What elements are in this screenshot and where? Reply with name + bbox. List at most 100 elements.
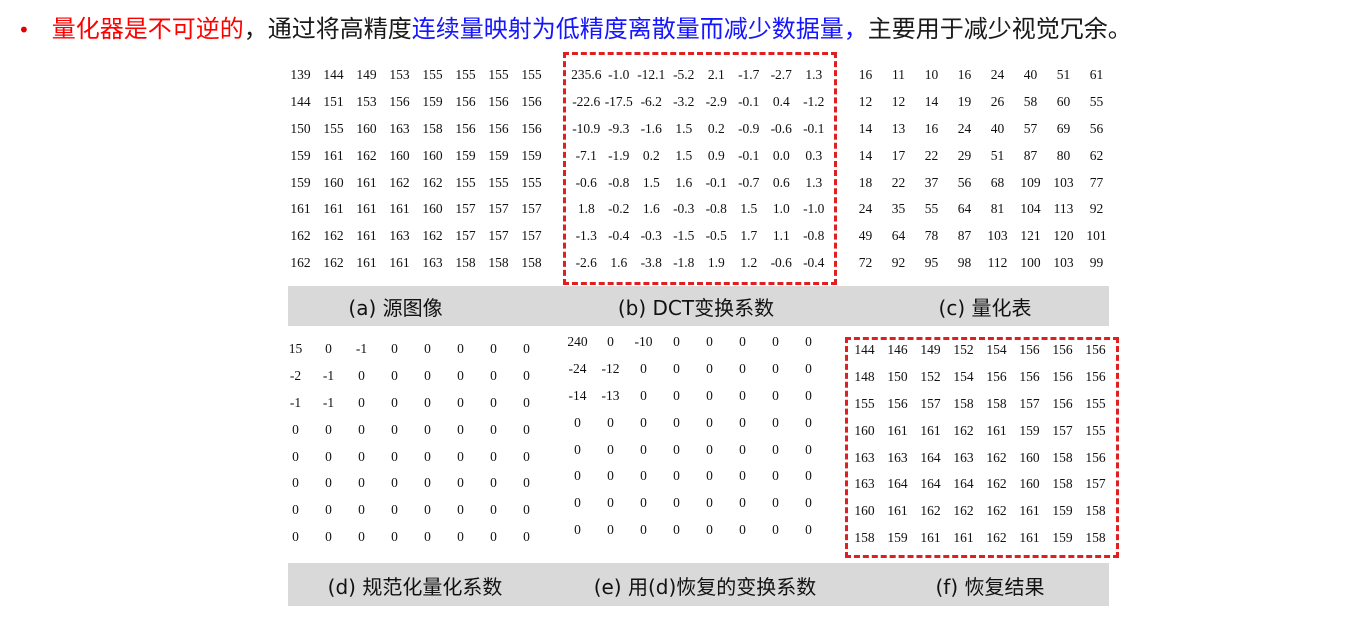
matrix-cell: 0: [391, 475, 398, 491]
matrix-cell: 153: [356, 94, 377, 110]
matrix-cell: 0: [640, 521, 647, 537]
matrix-cell: 16: [924, 120, 939, 136]
matrix-cell: 0: [607, 334, 614, 350]
matrix-cell: 81: [990, 201, 1005, 217]
matrix-row: 0 0 0 0 0 0 0 0: [279, 524, 543, 551]
highlight-box-result: [845, 337, 1119, 558]
matrix-cell: 0: [325, 475, 332, 491]
matrix-cell: 0: [574, 468, 581, 484]
matrix-cell: 103: [1053, 174, 1074, 190]
matrix-cell: 60: [1056, 94, 1071, 110]
matrix-cell: 103: [1053, 254, 1074, 270]
matrix-cell: 0: [490, 475, 497, 491]
matrix-cell: 159: [290, 174, 311, 190]
matrix-cell: 95: [924, 254, 939, 270]
matrix-cell: 0: [673, 468, 680, 484]
matrix-cell: 0: [739, 414, 746, 430]
matrix-cell: 58: [1023, 94, 1038, 110]
matrix-cell: 0: [523, 421, 530, 437]
matrix-cell: 49: [858, 228, 873, 244]
matrix-cell: 160: [389, 147, 410, 163]
matrix-cell: 157: [521, 201, 542, 217]
matrix-cell: 157: [521, 228, 542, 244]
matrix-cell: 0: [706, 521, 713, 537]
matrix-cell: 155: [521, 67, 542, 83]
matrix-row: 49 64 78 87 103 121 120 101: [849, 223, 1113, 250]
matrix-cell: 0: [358, 502, 365, 518]
matrix-cell: 0: [424, 528, 431, 544]
matrix-cell: 156: [455, 94, 476, 110]
matrix-cell: 24: [858, 201, 873, 217]
matrix-cell: 0: [739, 495, 746, 511]
matrix-cell: 0: [457, 421, 464, 437]
matrix-cell: 159: [422, 94, 443, 110]
matrix-cell: 13: [891, 120, 906, 136]
matrix-cell: -12: [601, 361, 620, 377]
matrix-cell: 0: [805, 334, 812, 350]
matrix-cell: 0: [424, 368, 431, 384]
matrix-cell: 0: [523, 341, 530, 357]
matrix-cell: 0: [673, 521, 680, 537]
matrix-cell: 150: [290, 120, 311, 136]
matrix-cell: 155: [488, 174, 509, 190]
matrix-cell: 77: [1089, 174, 1104, 190]
matrix-cell: 162: [389, 174, 410, 190]
matrix-cell: 0: [805, 361, 812, 377]
matrix-cell: 69: [1056, 120, 1071, 136]
matrix-cell: 159: [488, 147, 509, 163]
matrix-cell: 0: [292, 502, 299, 518]
matrix-cell: 0: [805, 387, 812, 403]
matrix-cell: 87: [957, 228, 972, 244]
matrix-cell: 0: [706, 414, 713, 430]
matrix-row: 240 0 -10 0 0 0 0 0: [561, 329, 825, 356]
matrix-row: 0 0 0 0 0 0 0 0: [561, 436, 825, 463]
matrix-cell: 0: [706, 334, 713, 350]
matrix-cell: 0: [706, 495, 713, 511]
matrix-cell: 87: [1023, 147, 1038, 163]
matrix-cell: 0: [523, 448, 530, 464]
matrix-cell: 0: [805, 441, 812, 457]
matrix-cell: 0: [640, 468, 647, 484]
matrix-cell: 16: [858, 67, 873, 83]
headline: • 量化器是不可逆的，通过将高精度连续量映射为低精度离散量而减少数据量，主要用于减…: [18, 12, 1348, 47]
caption-d: (d) 规范化量化系数: [327, 575, 503, 599]
matrix-cell: 56: [957, 174, 972, 190]
matrix-cell: 0: [490, 448, 497, 464]
matrix-cell: 0: [772, 414, 779, 430]
matrix-cell: 62: [1089, 147, 1104, 163]
matrix-cell: 17: [891, 147, 906, 163]
matrix-cell: 0: [772, 495, 779, 511]
matrix-cell: 0: [739, 361, 746, 377]
matrix-cell: 0: [640, 387, 647, 403]
matrix-cell: 157: [488, 228, 509, 244]
matrix-cell: 0: [325, 421, 332, 437]
matrix-cell: 64: [957, 201, 972, 217]
matrix-cell: 0: [325, 341, 332, 357]
matrix-cell: 0: [457, 394, 464, 410]
matrix-row: -2 -1 0 0 0 0 0 0: [279, 363, 543, 390]
matrix-row: 162 162 161 161 163 158 158 158: [284, 250, 548, 277]
matrix-cell: 0: [424, 421, 431, 437]
matrix-row: 0 0 0 0 0 0 0 0: [561, 490, 825, 517]
matrix-cell: 144: [323, 67, 344, 83]
matrix-row: 18 22 37 56 68 109 103 77: [849, 169, 1113, 196]
matrix-cell: 22: [891, 174, 906, 190]
matrix-cell: 18: [858, 174, 873, 190]
matrix-cell: 155: [422, 67, 443, 83]
matrix-cell: 155: [323, 120, 344, 136]
matrix-cell: 0: [739, 521, 746, 537]
headline-text-1: ，通过将高精度: [243, 15, 412, 43]
matrix-cell: 0: [574, 495, 581, 511]
matrix-cell: 0: [607, 495, 614, 511]
matrix-cell: 0: [739, 468, 746, 484]
matrix-cell: 0: [358, 421, 365, 437]
matrix-row: 159 160 161 162 162 155 155 155: [284, 169, 548, 196]
caption-c: (c) 量化表: [938, 296, 1032, 320]
matrix-cell: 0: [358, 448, 365, 464]
matrix-cell: 0: [391, 502, 398, 518]
matrix-cell: 159: [290, 147, 311, 163]
matrix-cell: 155: [455, 174, 476, 190]
matrix-cell: 160: [323, 174, 344, 190]
matrix-cell: 16: [957, 67, 972, 83]
matrix-cell: 0: [772, 521, 779, 537]
